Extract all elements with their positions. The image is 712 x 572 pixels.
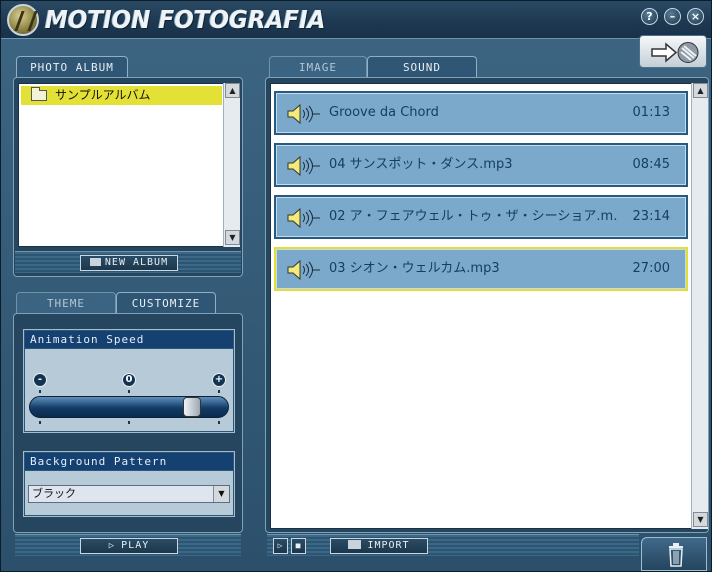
background-pattern-select[interactable]: ブラック ▼ [28, 485, 230, 503]
sound-name: Groove da Chord [329, 105, 439, 120]
speaker-icon [287, 103, 320, 125]
play-button[interactable]: ▷ PLAY [80, 538, 178, 554]
sound-duration: 27:00 [632, 261, 670, 276]
background-pattern-panel: Background Pattern ブラック ▼ [23, 451, 235, 517]
speaker-icon [287, 259, 320, 281]
speaker-icon [287, 207, 320, 229]
sound-row[interactable]: 02 ア・フェアウェル・トゥ・ザ・シーショア.m… 23:14 [274, 195, 688, 239]
tick-mark [128, 421, 130, 424]
album-item[interactable]: サンプルアルバム [21, 86, 222, 105]
slider-thumb[interactable] [183, 397, 201, 417]
speed-minus-icon[interactable]: - [33, 373, 47, 387]
tick-mark [218, 421, 220, 424]
folder-open-icon [348, 540, 362, 549]
speaker-icon [287, 155, 320, 177]
tick-mark [39, 390, 41, 393]
tab-theme[interactable]: THEME [16, 292, 116, 314]
app-window: MOTION FOTOGRAFIA ? – × PHOTO ALBUM サンプル… [0, 0, 712, 572]
title-bar[interactable]: MOTION FOTOGRAFIA ? – × [1, 1, 711, 39]
speed-plus-icon[interactable]: + [212, 373, 226, 387]
scroll-down-arrow-icon[interactable]: ▼ [693, 512, 708, 527]
background-pattern-label: Background Pattern [25, 453, 233, 470]
album-list[interactable]: サンプルアルバム [18, 83, 224, 247]
tab-customize[interactable]: CUSTOMIZE [116, 292, 216, 314]
import-label: IMPORT [367, 540, 410, 551]
tab-sound[interactable]: SOUND [367, 56, 477, 78]
background-pattern-value: ブラック [32, 487, 76, 500]
scroll-up-arrow-icon[interactable]: ▲ [693, 83, 708, 98]
play-small-icon[interactable]: ▷ [273, 538, 288, 554]
animation-speed-body: - 0 + [25, 349, 233, 431]
scroll-up-arrow-icon[interactable]: ▲ [225, 83, 240, 98]
tab-image[interactable]: IMAGE [269, 56, 367, 78]
import-button[interactable]: IMPORT [330, 538, 428, 554]
trash-button[interactable] [641, 537, 707, 571]
new-album-button[interactable]: NEW ALBUM [80, 255, 178, 271]
new-album-label: NEW ALBUM [104, 257, 169, 268]
app-logo-icon [7, 4, 39, 36]
tick-mark [39, 421, 41, 424]
stop-icon[interactable]: ■ [291, 538, 306, 554]
minimize-button[interactable]: – [664, 8, 681, 25]
tick-mark [128, 390, 130, 393]
sound-row-selected[interactable]: 03 シオン・ウェルカム.mp3 27:00 [274, 247, 688, 291]
sound-list[interactable]: Groove da Chord 01:13 04 サンスポット・ダンス.mp3 … [270, 83, 692, 529]
folder-icon [89, 258, 101, 266]
album-item-label: サンプルアルバム [55, 88, 151, 102]
help-button[interactable]: ? [641, 8, 658, 25]
tab-photo-album[interactable]: PHOTO ALBUM [16, 56, 128, 78]
media-toolbar [267, 534, 639, 556]
play-label: PLAY [121, 540, 150, 551]
tick-mark [218, 390, 220, 393]
app-title: MOTION FOTOGRAFIA [45, 5, 326, 34]
sound-name: 04 サンスポット・ダンス.mp3 [329, 157, 513, 172]
sound-duration: 23:14 [632, 209, 670, 224]
sound-duration: 08:45 [632, 157, 670, 172]
chevron-down-icon[interactable]: ▼ [213, 486, 229, 502]
exit-button[interactable] [639, 35, 707, 68]
speed-zero-icon[interactable]: 0 [122, 373, 136, 387]
animation-speed-label: Animation Speed [25, 331, 233, 348]
sound-scrollbar[interactable]: ▲ ▼ [691, 83, 708, 529]
animation-speed-slider[interactable] [29, 396, 229, 418]
album-scrollbar[interactable]: ▲ ▼ [223, 83, 240, 247]
background-pattern-body: ブラック ▼ [25, 471, 233, 515]
sound-duration: 01:13 [632, 105, 670, 120]
sound-row[interactable]: 04 サンスポット・ダンス.mp3 08:45 [274, 143, 688, 187]
sound-row[interactable]: Groove da Chord 01:13 [274, 91, 688, 135]
trash-icon [669, 543, 683, 567]
sound-name: 02 ア・フェアウェル・トゥ・ザ・シーショア.m… [329, 209, 619, 224]
animation-speed-panel: Animation Speed - 0 + [23, 329, 235, 433]
exit-arrow-icon [651, 42, 699, 63]
close-button[interactable]: × [687, 8, 704, 25]
sound-name: 03 シオン・ウェルカム.mp3 [329, 261, 500, 276]
scroll-down-arrow-icon[interactable]: ▼ [225, 230, 240, 245]
play-icon: ▷ [108, 541, 116, 551]
folder-icon [31, 87, 47, 101]
